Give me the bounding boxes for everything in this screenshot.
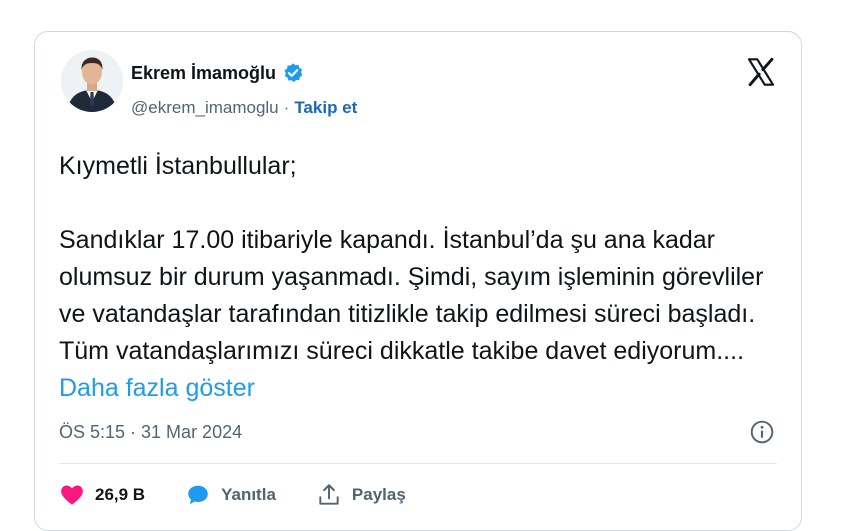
- tweet-timestamp[interactable]: ÖS 5:15 · 31 Mar 2024: [59, 422, 242, 443]
- handle-row: @ekrem_imamoglu · Takip et: [131, 98, 357, 118]
- tweet-paragraph-2-text: Sandıklar 17.00 itibariyle kapandı. İsta…: [59, 226, 764, 365]
- reply-button[interactable]: Yanıtla: [185, 482, 276, 508]
- tweet-body: Kıymetli İstanbullular; Sandıklar 17.00 …: [59, 148, 789, 407]
- x-logo-icon[interactable]: [745, 56, 777, 88]
- info-icon[interactable]: [749, 419, 775, 445]
- author-name[interactable]: Ekrem İmamoğlu: [131, 63, 276, 84]
- action-bar: 26,9 B Yanıtla Paylaş: [59, 482, 446, 508]
- avatar-portrait-icon: [61, 50, 123, 112]
- follow-button[interactable]: Takip et: [294, 98, 357, 118]
- divider: [59, 463, 777, 464]
- like-count: 26,9 B: [95, 485, 146, 504]
- author-name-row: Ekrem İmamoğlu: [131, 62, 304, 84]
- tweet-paragraph-2: Sandıklar 17.00 itibariyle kapandı. İsta…: [59, 222, 789, 407]
- share-icon: [319, 484, 339, 505]
- tweet-card: Ekrem İmamoğlu @ekrem_imamoglu · Takip e…: [34, 31, 802, 531]
- author-handle[interactable]: @ekrem_imamoglu: [131, 98, 279, 118]
- speech-bubble-icon: [188, 485, 208, 505]
- share-button[interactable]: Paylaş: [316, 482, 406, 508]
- verified-badge-icon: [284, 63, 303, 82]
- avatar[interactable]: [61, 50, 123, 112]
- tweet-paragraph-1: Kıymetli İstanbullular;: [59, 152, 297, 180]
- like-button[interactable]: 26,9 B: [59, 482, 145, 508]
- show-more-link[interactable]: Daha fazla göster: [59, 374, 255, 402]
- separator-dot: ·: [283, 98, 290, 117]
- heart-icon: [61, 485, 83, 505]
- share-label: Paylaş: [351, 485, 406, 504]
- reply-label: Yanıtla: [221, 485, 276, 504]
